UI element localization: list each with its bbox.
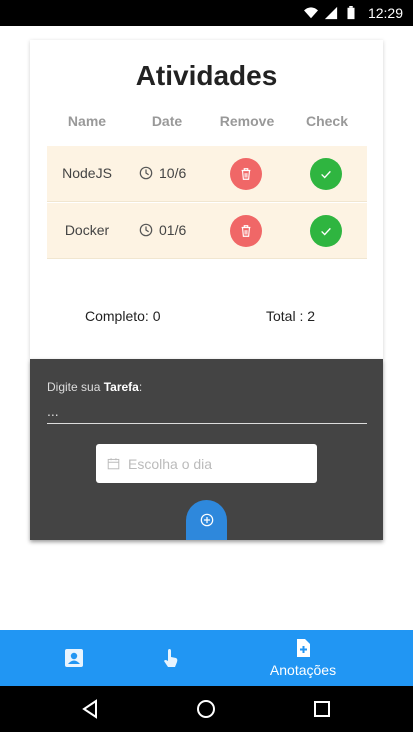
status-bar: 12:29 [0,0,413,26]
table-header: Name Date Remove Check [47,113,367,133]
contact-card-icon [65,649,83,667]
bottom-navigation: Anotações [0,630,413,686]
back-icon[interactable] [80,699,100,719]
add-note-icon [297,639,310,657]
task-name: Docker [64,222,110,238]
checkmark-icon [321,170,331,179]
system-navigation-bar [0,686,413,732]
signal-icon [324,6,338,20]
add-task-button[interactable] [186,500,227,540]
clock-icon [139,223,153,237]
column-header-date: Date [151,113,183,129]
task-name: NodeJS [62,165,112,181]
nav-item-label: Anotações [269,662,337,678]
task-date-value: 10/6 [159,165,187,181]
task-date: 01/6 [139,222,186,238]
task-date: 10/6 [139,165,186,181]
touch-hand-icon [164,649,178,667]
table-row: NodeJS 10/6 [47,146,367,202]
column-header-check: Check [305,113,349,129]
battery-icon [347,6,355,20]
clock-icon [139,166,153,180]
home-icon[interactable] [196,699,216,719]
task-input[interactable] [47,399,367,424]
trash-icon [241,225,251,237]
activities-card: Atividades Name Date Remove Check NodeJS… [30,40,383,359]
day-picker[interactable]: Escolha o dia [96,444,317,483]
checkmark-icon [321,227,331,236]
nav-item-touch[interactable] [150,630,190,686]
table-row: Docker 01/6 [47,203,367,259]
column-header-remove: Remove [219,113,275,129]
remove-button[interactable] [230,215,262,247]
completed-count: Completo: 0 [85,308,161,324]
check-button[interactable] [310,158,342,190]
calendar-icon [107,458,120,470]
recents-icon[interactable] [312,699,332,719]
trash-icon [241,168,251,180]
total-count: Total : 2 [266,308,316,324]
day-picker-placeholder: Escolha o dia [128,455,213,472]
new-task-panel: Digite sua Tarefa: Escolha o dia [30,359,383,540]
add-circle-icon [200,513,213,527]
check-button[interactable] [310,215,342,247]
page-title: Atividades [135,60,278,91]
remove-button[interactable] [230,158,262,190]
task-input-label: Digite sua Tarefa: [47,380,143,394]
column-header-name: Name [67,113,107,129]
nav-item-anotacoes[interactable]: Anotações [258,630,348,686]
clock-time: 12:29 [367,5,403,21]
wifi-icon [303,7,318,19]
task-date-value: 01/6 [159,222,187,238]
nav-item-contacts[interactable] [54,630,94,686]
